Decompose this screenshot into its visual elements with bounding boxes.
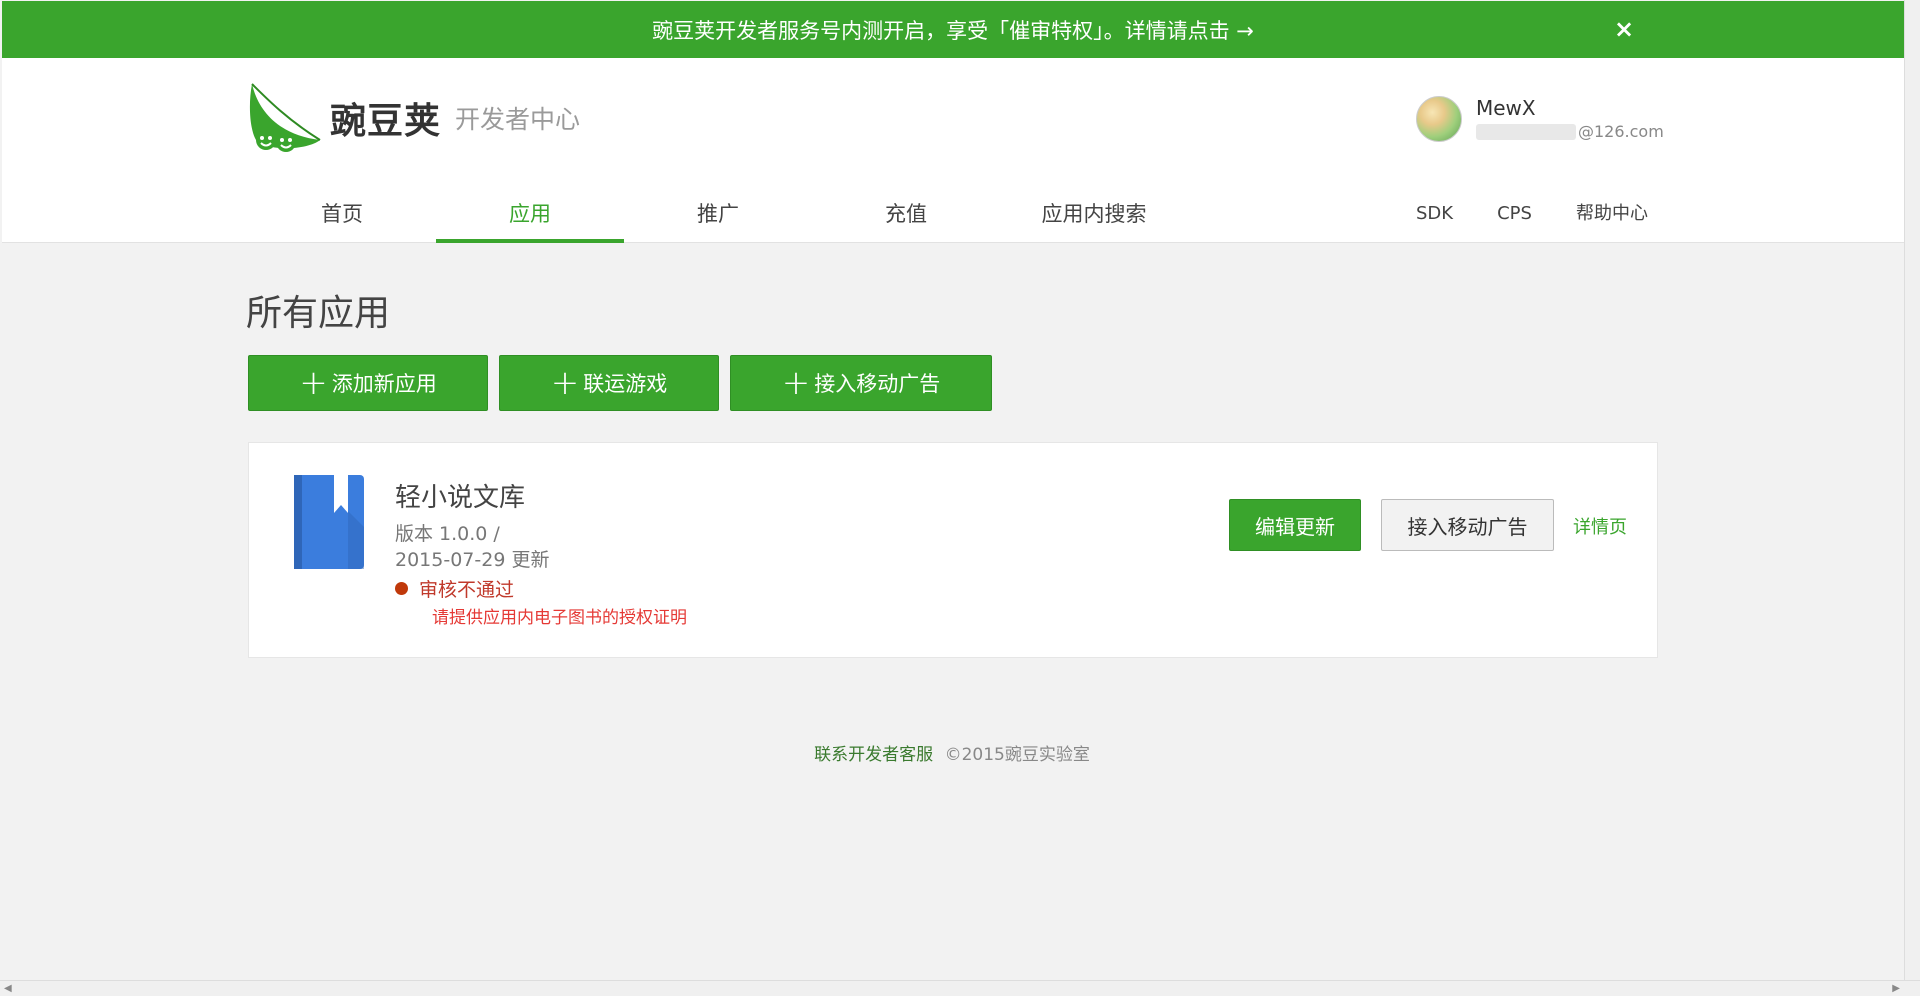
rejection-reason: 请提供应用内电子图书的授权证明 xyxy=(432,608,687,628)
announcement-banner: 豌豆荚开发者服务号内测开启，享受「催审特权」。详情请点击 → × xyxy=(2,1,1904,58)
avatar[interactable] xyxy=(1416,96,1462,142)
app-version: 版本 1.0.0 / xyxy=(395,523,500,545)
copyright: ©2015豌豆实验室 xyxy=(944,745,1090,765)
status-dot-icon xyxy=(395,582,408,595)
nav-item-sdk[interactable]: SDK xyxy=(1416,188,1453,243)
plus-icon: + xyxy=(550,363,580,403)
main-nav: 首页 应用 推广 充值 应用内搜索 xyxy=(248,188,1188,243)
pea-logo-icon xyxy=(249,83,321,152)
scroll-right-icon[interactable]: ▶ xyxy=(1892,983,1900,994)
horizontal-scrollbar[interactable]: ◀ ▶ xyxy=(0,980,1920,996)
site-header: 豌豆荚 开发者中心 MewX @126.com 首页 应用 推广 充值 应用内搜… xyxy=(2,58,1904,243)
user-info: MewX @126.com xyxy=(1476,96,1664,142)
user-profile[interactable]: MewX @126.com xyxy=(1416,96,1664,142)
secondary-nav: SDK CPS 帮助中心 xyxy=(1394,188,1670,243)
app-name[interactable]: 轻小说文库 xyxy=(395,477,525,514)
nav-item-help-center[interactable]: 帮助中心 xyxy=(1576,188,1648,243)
page-title: 所有应用 xyxy=(246,293,391,334)
banner-link[interactable]: 豌豆荚开发者服务号内测开启，享受「催审特权」。详情请点击 → xyxy=(652,15,1254,45)
user-email: @126.com xyxy=(1476,122,1664,141)
review-status-text: 审核不通过 xyxy=(419,579,515,601)
nav-item-cps[interactable]: CPS xyxy=(1497,188,1532,243)
app-mobile-ads-button[interactable]: 接入移动广告 xyxy=(1381,499,1554,551)
page: 豌豆荚开发者服务号内测开启，享受「催审特权」。详情请点击 → × 豌豆荚 开发者… xyxy=(0,0,1904,980)
logo-name: 豌豆荚 xyxy=(330,101,442,142)
nav-item-promotion[interactable]: 推广 xyxy=(624,188,812,243)
logo-subtitle: 开发者中心 xyxy=(455,105,581,134)
app-update-date: 2015-07-29 更新 xyxy=(395,549,550,571)
plus-icon: + xyxy=(781,363,811,403)
contact-support-link[interactable]: 联系开发者客服 xyxy=(814,745,933,765)
nav-item-apps[interactable]: 应用 xyxy=(436,188,624,243)
detail-page-link[interactable]: 详情页 xyxy=(1573,513,1627,539)
mobile-ads-label: 接入移动广告 xyxy=(814,372,941,396)
footer: 联系开发者客服 ©2015豌豆实验室 xyxy=(0,740,1904,765)
nav-item-in-app-search[interactable]: 应用内搜索 xyxy=(1000,188,1188,243)
mobile-ads-button[interactable]: + 接入移动广告 xyxy=(730,355,992,411)
site-logo[interactable]: 豌豆荚 开发者中心 xyxy=(248,80,580,156)
nav-item-recharge[interactable]: 充值 xyxy=(812,188,1000,243)
close-icon[interactable]: × xyxy=(1608,13,1640,45)
add-app-label: 添加新应用 xyxy=(331,372,437,396)
joint-game-button[interactable]: + 联运游戏 xyxy=(499,355,719,411)
joint-game-label: 联运游戏 xyxy=(583,372,668,396)
nav-item-home[interactable]: 首页 xyxy=(248,188,436,243)
plus-icon: + xyxy=(299,363,328,403)
user-name: MewX xyxy=(1476,96,1536,120)
scroll-left-icon[interactable]: ◀ xyxy=(4,983,12,994)
action-bar: + 添加新应用 + 联运游戏 + 接入移动广告 xyxy=(248,355,1003,411)
review-status: 审核不通过 xyxy=(395,575,514,602)
add-app-button[interactable]: + 添加新应用 xyxy=(248,355,488,411)
email-redaction xyxy=(1476,123,1576,140)
vertical-scrollbar[interactable] xyxy=(1904,0,1920,996)
app-card: 轻小说文库 版本 1.0.0 / 2015-07-29 更新 审核不通过 请提供… xyxy=(248,442,1658,658)
book-icon[interactable] xyxy=(294,475,364,569)
email-suffix: @126.com xyxy=(1578,122,1664,141)
edit-update-button[interactable]: 编辑更新 xyxy=(1229,499,1361,551)
